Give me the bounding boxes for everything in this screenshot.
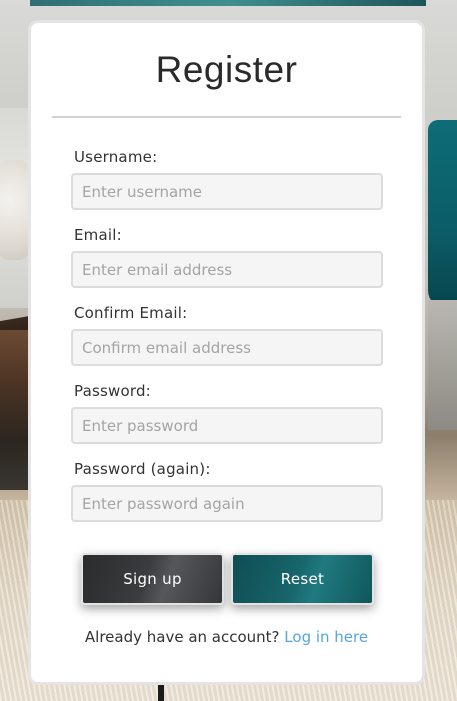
password-again-input[interactable] xyxy=(71,485,383,522)
title-divider xyxy=(52,116,401,118)
register-card: Register Username: Email: Confirm Email:… xyxy=(28,20,425,685)
password-again-group: Password (again): xyxy=(71,460,383,522)
confirm-email-input[interactable] xyxy=(71,329,383,366)
page-title: Register xyxy=(155,49,298,90)
signup-button[interactable]: Sign up xyxy=(81,553,224,605)
confirm-email-label: Confirm Email: xyxy=(74,304,188,322)
password-group: Password: xyxy=(71,382,383,444)
reset-button[interactable]: Reset xyxy=(231,553,374,605)
username-group: Username: xyxy=(71,148,383,210)
background-teal-strip xyxy=(30,0,426,6)
password-input[interactable] xyxy=(71,407,383,444)
login-prompt: Already have an account? Log in here xyxy=(31,628,422,646)
background-teal-pillow xyxy=(428,120,457,310)
login-prompt-text: Already have an account? xyxy=(84,628,280,646)
username-input[interactable] xyxy=(71,173,383,210)
background-table-leg xyxy=(158,684,164,701)
email-label: Email: xyxy=(74,226,122,244)
email-group: Email: xyxy=(71,226,383,288)
confirm-email-group: Confirm Email: xyxy=(71,304,383,366)
background-couch xyxy=(428,300,457,430)
username-label: Username: xyxy=(74,148,158,166)
email-input[interactable] xyxy=(71,251,383,288)
password-again-label: Password (again): xyxy=(74,460,211,478)
login-link[interactable]: Log in here xyxy=(284,628,368,646)
password-label: Password: xyxy=(74,382,151,400)
